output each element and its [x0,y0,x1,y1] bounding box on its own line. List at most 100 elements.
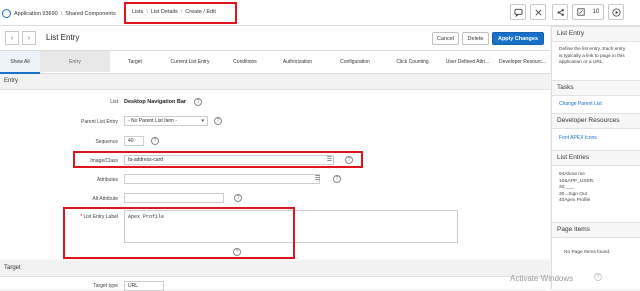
list-picker-icon[interactable]: ☰ [325,156,334,164]
breadcrumb-app[interactable]: Application 93690 [14,11,58,17]
description-line: application or a URL. [559,60,604,65]
list-entry-label-text: List Entry Label [83,214,118,220]
breadcrumb-separator: \ [180,9,183,15]
tab-authorization[interactable]: Authorization [270,51,325,72]
counter-value: 10 [592,9,600,15]
required-marker: * [80,214,83,220]
breadcrumb-create-edit: Create / Edit [185,9,216,15]
breadcrumb-lists[interactable]: Lists [132,9,143,15]
comment-icon [513,8,523,17]
page-toolbar: ‹ › List Entry Cancel Delete Apply Chang… [0,26,550,51]
run-icon-button[interactable] [608,4,624,20]
help-icon[interactable]: ? [214,117,222,125]
help-icon[interactable]: ? [233,248,241,256]
tools-icon [534,8,542,16]
target-type-label: Target type [93,283,118,289]
tab-configuration[interactable]: Configuration [325,51,385,72]
tab-show-all[interactable]: Show All [0,51,40,74]
no-page-items-text: No Page Items found. [564,250,611,255]
tab-current-list-entry[interactable]: Current List Entry [160,51,220,72]
section-title-entry: Entry [4,78,19,84]
parent-list-entry-label: Parent List Entry [81,119,118,125]
help-icon[interactable]: ? [345,156,353,164]
panel-title: Developer Resources [557,117,620,124]
list-picker-icon[interactable]: ☰ [313,175,322,183]
section-header-target: Target [0,261,550,277]
panel-title: List Entries [557,154,590,161]
list-entry-label-value: Apex Profile [128,214,165,220]
breadcrumb-list-details[interactable]: List Details [151,9,178,15]
target-type-select[interactable]: URL [124,281,164,291]
tab-target[interactable]: Target [110,51,160,72]
breadcrumb-tail: Lists \ List Details \ Create / Edit [132,9,216,15]
share-icon-button[interactable] [552,4,568,20]
next-button[interactable]: › [22,31,36,45]
parent-list-entry-select[interactable]: - No Parent List Item - ▾ [124,116,208,126]
section-header-entry: Entry [0,74,550,90]
help-icon[interactable]: ? [194,98,202,106]
panel-header-list-entries: List Entries [552,150,640,166]
previous-button[interactable]: ‹ [5,31,19,45]
panel-title: Tasks [557,84,574,91]
list-entry-description: Define the list entry. Each entry is typ… [559,47,625,67]
app-icon [2,9,11,18]
image-class-input[interactable]: fa-address-card [124,155,334,165]
edit-icon [577,8,585,16]
attributes-input[interactable] [124,174,320,184]
panel-header-tasks: Tasks [552,80,640,96]
tab-entry[interactable]: Entry [40,51,110,72]
sequence-input[interactable]: 40 [124,136,144,146]
list-entry-label-label: * List Entry Label [80,214,118,220]
breadcrumb: Application 93690 \ Shared Components [2,9,116,18]
chevron-down-icon: ▾ [201,118,204,124]
alt-attribute-input[interactable] [124,193,224,203]
help-icon[interactable]: ? [234,194,242,202]
help-icon: ? [594,273,602,281]
entry-form: List Desktop Navigation Bar ? Parent Lis… [0,90,550,259]
font-apex-icons-link[interactable]: Font APEX Icons [559,135,597,141]
activate-windows-watermark: Activate Windows [510,274,574,283]
tab-click-counting[interactable]: Click Counting [385,51,440,72]
panel-title: List Entry [557,30,585,37]
sequence-label: Sequence [95,139,118,145]
list-entries: 94About me 10&APP_USER. 20.___ 30...Sign… [559,172,594,205]
breadcrumb-shared-components[interactable]: Shared Components [65,11,115,17]
tab-user-defined-attributes[interactable]: User Defined Attri... [440,51,495,72]
description-line: Define the list entry. Each entry [559,47,626,52]
panel-header-list-entry: List Entry [552,26,640,42]
alt-attribute-label: Alt Attribute [92,196,118,202]
panel-header-page-items: Page Items [552,222,640,238]
delete-button[interactable]: Delete [462,32,489,45]
tab-bar: Show All Entry Target Current List Entry… [0,51,550,74]
page-title: List Entry [46,33,80,42]
image-class-label: Image/Class [90,158,118,164]
parent-list-entry-value: - No Parent List Item - [128,118,177,124]
target-form: Target type URL [0,277,550,291]
list-item: 40Apex Profile [559,198,591,203]
panel-title: Page Items [557,226,590,233]
panel-header-developer-resources: Developer Resources [552,113,640,129]
breadcrumb-separator: \ [60,10,63,17]
tab-developer-resources[interactable]: Developer Resourc... [495,51,550,72]
list-label: List [110,99,118,105]
list-value: Desktop Navigation Bar [124,99,187,105]
edit-counter-button[interactable]: 10 [572,4,604,20]
list-entry-label-textarea[interactable]: Apex Profile [124,210,458,243]
chevron-right-icon: › [27,34,31,42]
change-parent-list-link[interactable]: Change Parent List [559,101,602,107]
breadcrumb-separator: \ [146,9,148,15]
help-panel: List Entry Define the list entry. Each e… [551,26,640,289]
comment-icon-button[interactable] [510,4,526,20]
help-icon[interactable]: ? [151,137,159,145]
tools-icon-button[interactable] [530,4,546,20]
top-bar: Application 93690 \ Shared Components Li… [0,0,640,26]
tab-conditions[interactable]: Conditions [220,51,270,72]
cancel-button[interactable]: Cancel [432,32,459,45]
play-icon [611,7,621,17]
section-title-target: Target [4,265,21,271]
attributes-label: Attributes [96,177,118,183]
share-icon [557,8,564,16]
help-icon[interactable]: ? [333,175,341,183]
chevron-left-icon: ‹ [10,34,14,42]
apply-changes-button[interactable]: Apply Changes [492,32,544,45]
